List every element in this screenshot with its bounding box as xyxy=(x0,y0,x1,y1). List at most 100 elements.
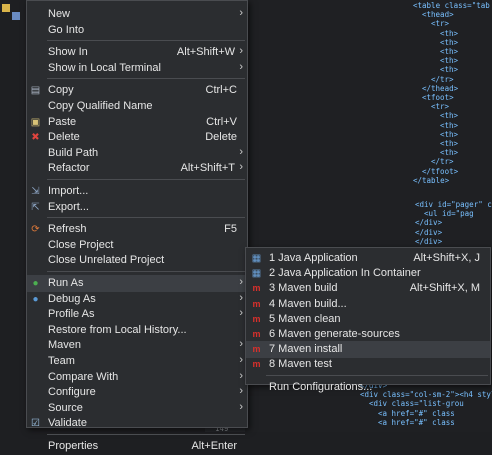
code-line: <th> xyxy=(440,139,459,148)
code-line: <th> xyxy=(440,148,459,158)
menu-item-delete[interactable]: ✖ Delete Delete xyxy=(27,129,247,146)
menu-item-shortcut: Alt+Enter xyxy=(191,440,237,452)
menu-item-label: Refactor xyxy=(48,162,90,175)
code-line: <tr> xyxy=(431,102,450,112)
menu-item-label: 4 Maven build... xyxy=(269,297,347,310)
menu-item-debug-as[interactable]: ● Debug As › xyxy=(27,291,247,308)
copy-icon: ▤ xyxy=(30,85,41,97)
project-icon xyxy=(12,12,20,20)
menu-separator xyxy=(47,40,245,42)
menu-item-export[interactable]: ⇱ Export... xyxy=(27,199,247,216)
menu-item-shortcut: Alt+Shift+X, J xyxy=(413,252,480,264)
code-line: <ul id="pag xyxy=(424,209,474,219)
maven-icon: m xyxy=(252,298,261,309)
menu-item-shortcut: Alt+Shift+X, M xyxy=(409,282,480,295)
menu-item-copy[interactable]: ▤ Copy Ctrl+C xyxy=(27,82,247,99)
chevron-right-icon: › xyxy=(239,60,243,73)
menu-item-show-in-local-terminal[interactable]: Show in Local Terminal › xyxy=(27,60,247,77)
menu-item-shortcut: Delete xyxy=(205,131,237,144)
menu-item-label: New xyxy=(48,8,71,20)
chevron-right-icon: › xyxy=(239,400,243,413)
code-line: <th> xyxy=(440,65,459,75)
menu-item-paste[interactable]: ▣ Paste Ctrl+V xyxy=(27,114,247,131)
menu-separator xyxy=(47,271,245,272)
menu-item-label: Restore from Local History... xyxy=(48,323,187,336)
menu-item-show-in[interactable]: Show In Alt+Shift+W › xyxy=(27,44,247,61)
menu-item-source[interactable]: Source › xyxy=(27,400,247,417)
menu-item-label: Run Configurations... xyxy=(269,380,373,393)
menu-item-configure[interactable]: Configure › xyxy=(27,384,247,401)
menu-item-shortcut: Ctrl+V xyxy=(206,115,237,128)
menu-item-label: 1 Java Application xyxy=(269,252,358,264)
code-line: <tr> xyxy=(431,19,450,29)
maven-icon: m xyxy=(252,344,261,355)
menu-item-label: Properties xyxy=(48,440,99,452)
code-line: </div> xyxy=(415,218,443,228)
menu-item-close-project[interactable]: Close Project xyxy=(27,237,247,254)
code-line: <tfoot> xyxy=(422,93,454,102)
menu-item-shortcut: Alt+Shift+T xyxy=(180,162,235,175)
code-line: <th> xyxy=(440,37,459,47)
menu-item-team[interactable]: Team › xyxy=(27,353,247,370)
menu-item-label: Run As xyxy=(48,277,84,289)
code-line: <a href="#" class xyxy=(378,417,455,427)
code-line: <a href="#" class xyxy=(378,408,455,418)
menu-item-properties[interactable]: Properties Alt+Enter xyxy=(27,438,247,455)
menu-item-label: Import... xyxy=(48,185,89,197)
menu-separator xyxy=(47,78,245,80)
menu-item-new[interactable]: New › xyxy=(27,6,247,23)
menu-item-label: Debug As xyxy=(48,292,96,305)
menu-item-label: Show in Local Terminal xyxy=(48,61,161,74)
code-line: </tfoot> xyxy=(422,166,459,176)
menu-item-profile-as[interactable]: Profile As › xyxy=(27,306,247,323)
menu-item-validate[interactable]: ☑ Validate xyxy=(27,415,247,432)
chevron-right-icon: › xyxy=(239,369,243,382)
menu-item-8-maven-test[interactable]: m 8 Maven test xyxy=(246,356,490,373)
menu-item-label: Refresh xyxy=(48,223,87,236)
code-line: <div id="pager" c xyxy=(415,200,492,209)
menu-item-label: 5 Maven clean xyxy=(269,312,341,325)
menu-item-go-into[interactable]: Go Into xyxy=(27,22,247,39)
menu-item-run-configurations[interactable]: Run Configurations... xyxy=(246,379,490,396)
menu-item-import[interactable]: ⇲ Import... xyxy=(27,183,247,200)
menu-item-label: 2 Java Application In Container xyxy=(269,267,421,280)
menu-item-copy-qualified-name[interactable]: Copy Qualified Name xyxy=(27,98,247,115)
maven-icon: m xyxy=(252,283,261,294)
menu-item-refactor[interactable]: Refactor Alt+Shift+T › xyxy=(27,160,247,177)
menu-item-label: Copy xyxy=(48,84,74,97)
import-icon: ⇲ xyxy=(31,186,40,197)
run-as-submenu: ▦ 1 Java Application Alt+Shift+X, J ▦ 2 Java… xyxy=(245,247,491,393)
code-line: <div class="list-grou xyxy=(369,399,464,409)
run-icon: ● xyxy=(32,278,39,289)
code-line: <th> xyxy=(440,111,459,121)
menu-item-label: Team xyxy=(48,355,75,367)
chevron-right-icon: › xyxy=(239,276,243,288)
menu-item-build-path[interactable]: Build Path › xyxy=(27,145,247,162)
code-line: <th> xyxy=(440,28,459,38)
menu-separator xyxy=(266,374,488,376)
code-line: <th> xyxy=(440,56,459,66)
context-menu: New › Go Into Show In Alt+Shift+W › Show in Lo… xyxy=(26,0,248,452)
chevron-right-icon: › xyxy=(239,161,243,174)
menu-item-compare-with[interactable]: Compare With › xyxy=(27,369,247,386)
menu-item-restore-from-local-history[interactable]: Restore from Local History... xyxy=(27,322,247,339)
debug-icon: ● xyxy=(32,293,39,305)
menu-item-label: Source xyxy=(48,401,83,414)
menu-item-label: Show In xyxy=(48,46,88,59)
code-line: </tr> xyxy=(431,157,454,167)
code-line: </div> xyxy=(415,236,443,246)
menu-separator xyxy=(47,217,245,219)
menu-item-refresh[interactable]: ⟳ Refresh F5 xyxy=(27,221,247,238)
menu-item-label: Paste xyxy=(48,115,77,128)
code-line: <th> xyxy=(440,129,459,139)
delete-icon: ✖ xyxy=(31,132,40,144)
menu-item-close-unrelated-project[interactable]: Close Unrelated Project xyxy=(27,252,247,269)
menu-item-label: Copy Qualified Name xyxy=(48,100,153,112)
menu-item-label: Build Path xyxy=(48,146,99,159)
code-line: </table> xyxy=(413,175,450,185)
menu-item-label: Configure xyxy=(48,386,96,399)
menu-item-run-as[interactable]: ● Run As › xyxy=(27,275,247,292)
code-line: <th> xyxy=(440,47,459,56)
menu-item-label: Compare With xyxy=(48,370,119,383)
menu-item-maven[interactable]: Maven › xyxy=(27,337,247,354)
